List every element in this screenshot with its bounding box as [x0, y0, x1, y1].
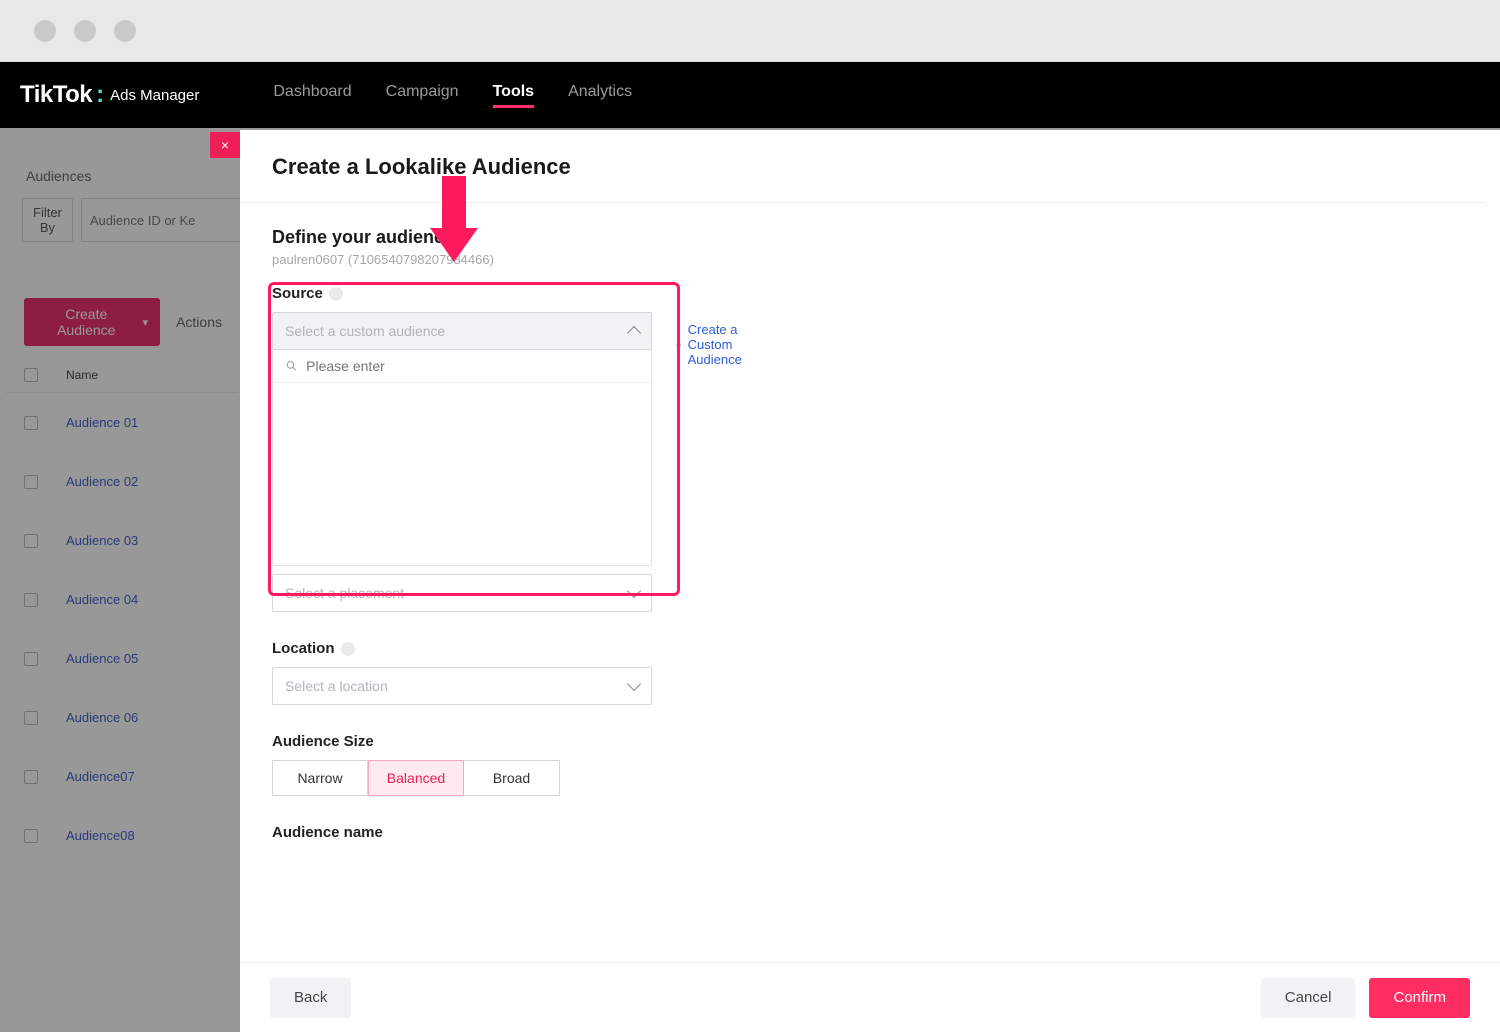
location-select[interactable]: Select a location — [272, 667, 652, 705]
account-id-subtitle: paulren0607 (7106540798207934466) — [272, 252, 1454, 267]
brand: TikTok: Ads Manager — [20, 81, 199, 109]
audience-size-label: Audience Size — [272, 733, 1454, 750]
location-label-text: Location — [272, 640, 335, 657]
close-panel-button[interactable]: × — [210, 132, 240, 158]
audience-name-label: Audience name — [272, 824, 1454, 841]
brand-colon-icon: : — [96, 81, 104, 109]
nav-link-analytics[interactable]: Analytics — [568, 83, 632, 108]
placement-select[interactable]: Select a placement — [272, 574, 652, 612]
traffic-light-max[interactable] — [114, 20, 136, 42]
back-button[interactable]: Back — [270, 978, 351, 1018]
source-label-text: Source — [272, 285, 323, 302]
panel-title: Create a Lookalike Audience — [272, 154, 1468, 180]
source-dropdown-list[interactable] — [273, 383, 651, 565]
traffic-light-min[interactable] — [74, 20, 96, 42]
create-lookalike-panel: × Create a Lookalike Audience Define you… — [240, 130, 1500, 1032]
source-select[interactable]: Select a custom audience — [272, 312, 652, 350]
nav-links: Dashboard Campaign Tools Analytics — [273, 83, 632, 108]
source-label: Source — [272, 285, 1454, 302]
panel-header: Create a Lookalike Audience — [240, 130, 1500, 208]
top-nav: TikTok: Ads Manager Dashboard Campaign Too… — [0, 62, 1500, 128]
close-icon: × — [221, 137, 229, 153]
size-option-balanced[interactable]: Balanced — [368, 760, 464, 796]
help-icon[interactable] — [341, 642, 355, 656]
chevron-down-icon — [627, 677, 641, 691]
source-field: Select a custom audience Create a Custom… — [272, 312, 652, 566]
source-dropdown — [272, 350, 652, 566]
nav-link-tools[interactable]: Tools — [493, 83, 534, 108]
panel-footer: Back Cancel Confirm — [240, 962, 1500, 1032]
size-option-narrow[interactable]: Narrow — [272, 760, 368, 796]
brand-product: Ads Manager — [110, 87, 199, 104]
panel-body: Define your audience paulren0607 (710654… — [240, 202, 1486, 962]
define-heading: Define your audience — [272, 227, 1454, 248]
audience-size-segmented: NarrowBalancedBroad — [272, 760, 1454, 796]
search-icon — [285, 359, 298, 373]
nav-link-dashboard[interactable]: Dashboard — [273, 83, 351, 108]
traffic-light-close[interactable] — [34, 20, 56, 42]
nav-link-campaign[interactable]: Campaign — [386, 83, 459, 108]
create-custom-audience-link[interactable]: Create a Custom Audience — [676, 322, 750, 367]
refresh-icon — [676, 338, 682, 352]
chevron-down-icon — [627, 584, 641, 598]
source-dropdown-search — [273, 350, 651, 383]
cancel-button[interactable]: Cancel — [1261, 978, 1356, 1018]
chevron-up-icon — [627, 326, 641, 340]
source-dropdown-search-input[interactable] — [306, 358, 639, 374]
window-chrome — [0, 0, 1500, 62]
confirm-button[interactable]: Confirm — [1369, 978, 1470, 1018]
size-option-broad[interactable]: Broad — [464, 760, 560, 796]
help-icon[interactable] — [329, 287, 343, 301]
location-label: Location — [272, 640, 1454, 657]
source-select-placeholder: Select a custom audience — [285, 323, 445, 339]
placement-placeholder: Select a placement — [285, 585, 404, 601]
create-custom-audience-text: Create a Custom Audience — [688, 322, 751, 367]
brand-name: TikTok — [20, 81, 92, 109]
location-placeholder: Select a location — [285, 678, 388, 694]
